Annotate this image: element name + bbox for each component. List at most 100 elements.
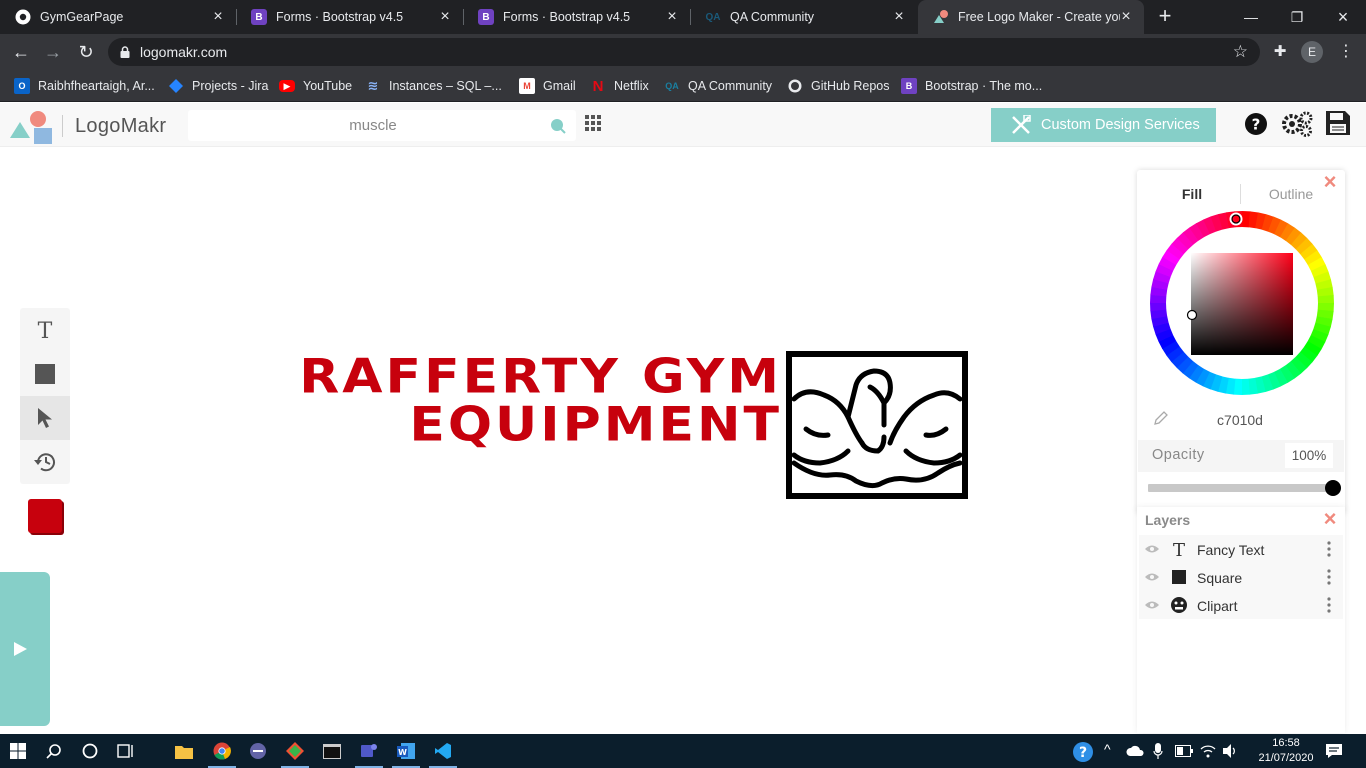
back-button[interactable]: ← (8, 39, 34, 65)
vscode-icon (435, 743, 451, 759)
address-bar[interactable]: logomakr.com ☆ (108, 38, 1260, 66)
opacity-input[interactable] (1285, 443, 1333, 468)
extensions-puzzle-icon[interactable]: ✚ (1270, 42, 1290, 62)
color-wheel[interactable] (1148, 209, 1336, 397)
tab-divider (1240, 184, 1241, 204)
layer-row-clipart[interactable]: Clipart (1139, 591, 1343, 619)
opacity-slider-thumb[interactable] (1325, 480, 1341, 496)
hex-color-value[interactable]: c7010d (1190, 412, 1290, 428)
custom-design-label: Custom Design Services (1041, 117, 1200, 133)
browser-tab-forms-1[interactable]: B Forms · Bootstrap v4.5 × (236, 0, 463, 34)
layer-menu-icon[interactable] (1326, 597, 1332, 613)
layer-menu-icon[interactable] (1326, 541, 1332, 557)
browser-tab-gymgearpage[interactable]: GymGearPage × (0, 0, 236, 34)
side-drawer-toggle[interactable] (0, 572, 50, 726)
eye-icon[interactable] (1145, 600, 1159, 610)
close-icon[interactable]: × (664, 9, 680, 25)
close-icon[interactable]: × (1118, 9, 1134, 25)
clock-time[interactable]: 16:58 (1258, 737, 1314, 749)
current-color-swatch[interactable] (28, 499, 62, 533)
shape-tool-button[interactable] (20, 352, 70, 396)
tab-label: GymGearPage (40, 10, 124, 24)
chevron-up-icon[interactable]: ^ (1104, 741, 1111, 757)
profile-avatar[interactable]: E (1301, 41, 1323, 63)
browser-tab-logomakr[interactable]: Free Logo Maker - Create your × (918, 0, 1144, 34)
browser-tab-qa-community[interactable]: QA QA Community × (690, 0, 917, 34)
history-tool-button[interactable] (20, 440, 70, 484)
qa-icon: QA (705, 11, 721, 23)
bookmark-qa-community[interactable]: QA QA Community (664, 76, 772, 96)
bookmark-youtube[interactable]: ▶ YouTube (279, 76, 352, 96)
new-tab-button[interactable]: + (1154, 5, 1176, 28)
logo-text-line-2[interactable]: EQUIPMENT (282, 400, 782, 450)
close-icon[interactable]: × (891, 9, 907, 25)
volume-icon[interactable] (1222, 743, 1238, 759)
chrome-icon (213, 742, 231, 760)
chrome-taskbar-button[interactable] (204, 734, 240, 768)
search-input[interactable] (188, 110, 548, 141)
minimize-button[interactable]: — (1228, 0, 1274, 34)
bookmark-label: GitHub Repos (811, 79, 890, 93)
battery-icon[interactable] (1175, 745, 1193, 757)
bookmark-bootstrap[interactable]: B Bootstrap · The mo... (901, 76, 1042, 96)
arm-wrestling-clipart[interactable] (786, 351, 968, 499)
layer-row-fancy-text[interactable]: T Fancy Text (1139, 535, 1343, 563)
logo-text-line-1[interactable]: RAFFERTY GYM (282, 352, 782, 402)
opacity-slider-track[interactable] (1148, 484, 1330, 492)
close-icon[interactable]: × (1322, 508, 1338, 530)
apps-grid-icon[interactable] (585, 115, 601, 131)
select-tool-button[interactable] (20, 396, 70, 440)
eye-icon[interactable] (1145, 572, 1159, 582)
help-tray-icon[interactable]: ? (1072, 741, 1094, 763)
pencil-icon[interactable] (1153, 410, 1169, 426)
bookmark-star-icon[interactable]: ☆ (1233, 42, 1248, 62)
task-view-button[interactable] (107, 734, 143, 768)
bookmark-label: Gmail (543, 79, 576, 93)
bookmark-netflix[interactable]: N Netflix (590, 76, 649, 96)
logomakr-icon (933, 9, 949, 25)
clock-date[interactable]: 21/07/2020 (1250, 752, 1322, 764)
help-icon[interactable]: ? (1244, 112, 1268, 136)
microphone-icon[interactable] (1153, 742, 1163, 760)
settings-gears-icon[interactable] (1281, 110, 1313, 138)
git-taskbar-button[interactable] (277, 734, 313, 768)
vscode-taskbar-button[interactable] (425, 734, 461, 768)
teams-taskbar-button[interactable] (351, 734, 387, 768)
close-icon[interactable]: × (437, 9, 453, 25)
cortana-button[interactable] (72, 734, 108, 768)
tab-outline[interactable]: Outline (1262, 186, 1320, 202)
bookmark-outlook[interactable]: O Raibhfheartaigh, Ar... (14, 76, 155, 96)
file-explorer-button[interactable] (166, 734, 202, 768)
bookmark-gmail[interactable]: M Gmail (519, 76, 576, 96)
word-taskbar-button[interactable]: W (388, 734, 424, 768)
wifi-icon[interactable] (1200, 743, 1216, 759)
eye-icon[interactable] (1145, 544, 1159, 554)
tab-fill[interactable]: Fill (1170, 186, 1214, 202)
browser-tab-forms-2[interactable]: B Forms · Bootstrap v4.5 × (463, 0, 690, 34)
start-button[interactable] (0, 734, 36, 768)
bookmark-sql[interactable]: ≋ Instances – SQL –... (365, 76, 502, 96)
forward-button[interactable]: → (40, 39, 66, 65)
browser-menu-icon[interactable]: ⋮ (1338, 42, 1354, 62)
restore-button[interactable]: ❐ (1274, 0, 1320, 34)
saturation-handle[interactable] (1186, 309, 1198, 321)
search-taskbar-button[interactable] (36, 734, 72, 768)
text-tool-button[interactable]: T (20, 308, 70, 352)
terminal-taskbar-button[interactable] (314, 734, 350, 768)
layer-row-square[interactable]: Square (1139, 563, 1343, 591)
layer-menu-icon[interactable] (1326, 569, 1332, 585)
notifications-icon[interactable] (1325, 743, 1343, 759)
close-icon[interactable]: × (1322, 171, 1338, 193)
bookmark-github[interactable]: GitHub Repos (787, 76, 890, 96)
app-taskbar-button[interactable] (240, 734, 276, 768)
custom-design-services-button[interactable]: Custom Design Services (991, 108, 1216, 142)
terminal-icon (323, 743, 341, 759)
save-icon[interactable] (1325, 110, 1351, 136)
hue-segment (1150, 302, 1167, 312)
bookmark-jira[interactable]: Projects - Jira (168, 76, 268, 96)
search-icon[interactable] (550, 118, 566, 134)
onedrive-icon[interactable] (1126, 745, 1144, 757)
reload-button[interactable]: ↻ (73, 39, 99, 65)
close-icon[interactable]: × (210, 9, 226, 25)
window-close-button[interactable]: × (1320, 0, 1366, 34)
